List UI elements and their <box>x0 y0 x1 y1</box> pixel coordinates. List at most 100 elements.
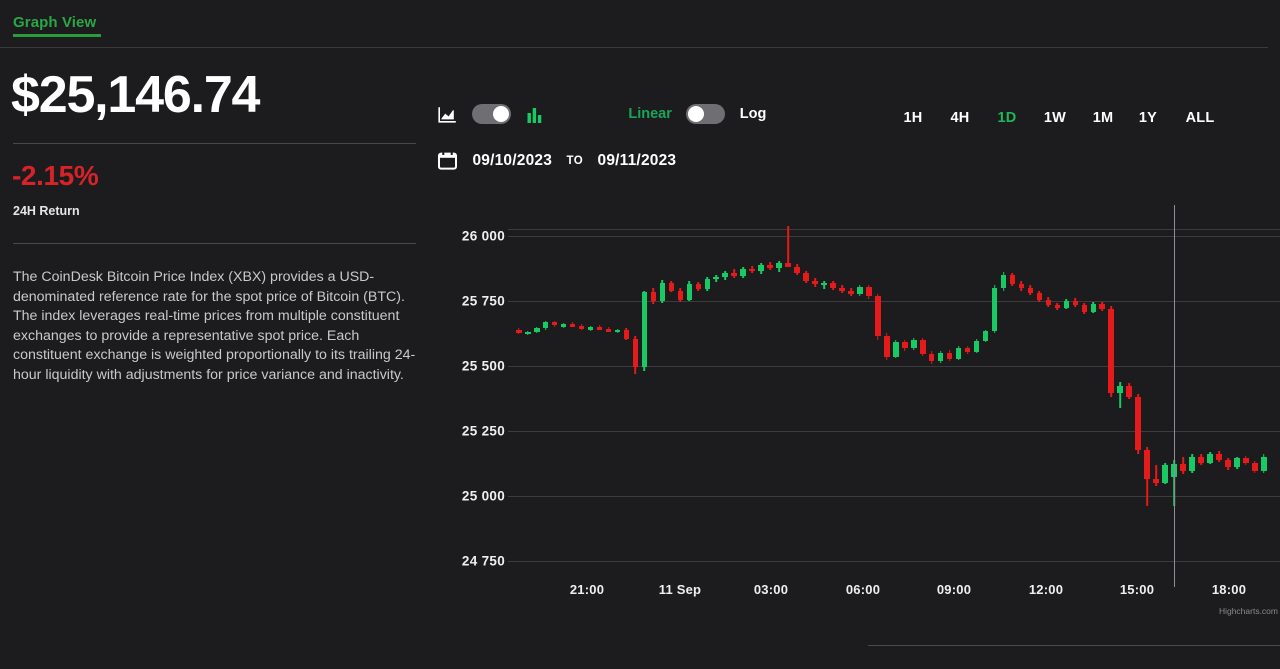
date-range-row[interactable]: 09/10/2023 TO 09/11/2023 <box>438 151 676 177</box>
range-button-1h[interactable]: 1H <box>896 108 930 128</box>
candlestick[interactable] <box>696 205 702 587</box>
candlestick[interactable] <box>749 205 755 587</box>
candlestick[interactable] <box>938 205 944 587</box>
candlestick[interactable] <box>911 205 917 587</box>
candlestick[interactable] <box>1180 205 1186 587</box>
range-button-1y[interactable]: 1Y <box>1131 108 1165 128</box>
candlestick[interactable] <box>660 205 666 587</box>
candlestick[interactable] <box>624 205 630 587</box>
calendar-icon[interactable] <box>438 151 457 170</box>
candlestick[interactable] <box>588 205 594 587</box>
candlestick[interactable] <box>722 205 728 587</box>
candlestick[interactable] <box>1028 205 1034 587</box>
candlestick[interactable] <box>776 205 782 587</box>
candlestick[interactable] <box>1073 205 1079 587</box>
candlestick[interactable] <box>740 205 746 587</box>
range-button-1w[interactable]: 1W <box>1037 108 1073 128</box>
candlestick[interactable] <box>1216 205 1222 587</box>
candlestick[interactable] <box>597 205 603 587</box>
candlestick[interactable] <box>1001 205 1007 587</box>
candlestick[interactable] <box>929 205 935 587</box>
candlestick[interactable] <box>848 205 854 587</box>
candlestick[interactable] <box>947 205 953 587</box>
candlestick[interactable] <box>920 205 926 587</box>
candlestick[interactable] <box>1162 205 1168 587</box>
range-button-1m[interactable]: 1M <box>1085 108 1121 128</box>
candlestick[interactable] <box>983 205 989 587</box>
candlestick[interactable] <box>570 205 576 587</box>
candlestick[interactable] <box>956 205 962 587</box>
tab-graph-view[interactable]: Graph View <box>13 14 96 31</box>
candlestick[interactable] <box>839 205 845 587</box>
candlestick[interactable] <box>1108 205 1114 587</box>
candlestick[interactable] <box>1135 205 1141 587</box>
candlestick[interactable] <box>1207 205 1213 587</box>
range-button-1d[interactable]: 1D <box>990 108 1024 128</box>
date-from-field[interactable]: 09/10/2023 <box>472 152 552 170</box>
candlestick[interactable] <box>1225 205 1231 587</box>
candlestick[interactable] <box>1261 205 1267 587</box>
candlestick[interactable] <box>974 205 980 587</box>
date-to-field[interactable]: 09/11/2023 <box>598 152 677 170</box>
highcharts-credit[interactable]: Highcharts.com <box>1219 606 1278 616</box>
candlestick[interactable] <box>543 205 549 587</box>
candlestick[interactable] <box>803 205 809 587</box>
candlestick[interactable] <box>1126 205 1132 587</box>
candlestick[interactable] <box>866 205 872 587</box>
candlestick[interactable] <box>812 205 818 587</box>
chart-type-toggle[interactable] <box>472 104 511 124</box>
plot-area[interactable] <box>508 205 1280 587</box>
candlestick[interactable] <box>1099 205 1105 587</box>
candlestick[interactable] <box>633 205 639 587</box>
candlestick[interactable] <box>794 205 800 587</box>
candlestick[interactable] <box>606 205 612 587</box>
candlestick[interactable] <box>687 205 693 587</box>
candlestick[interactable] <box>561 205 567 587</box>
range-button-all[interactable]: ALL <box>1178 108 1222 128</box>
candlestick[interactable] <box>1189 205 1195 587</box>
candlestick[interactable] <box>1019 205 1025 587</box>
scale-toggle[interactable] <box>686 104 725 124</box>
candlestick[interactable] <box>678 205 684 587</box>
scale-toggle-linear-label[interactable]: Linear <box>628 106 672 122</box>
candlestick[interactable] <box>534 205 540 587</box>
candlestick[interactable] <box>821 205 827 587</box>
candlestick[interactable] <box>1144 205 1150 587</box>
candlestick[interactable] <box>767 205 773 587</box>
candlestick[interactable] <box>713 205 719 587</box>
price-chart[interactable]: 26 00025 75025 50025 25025 00024 750 Hig… <box>430 205 1280 615</box>
candlestick[interactable] <box>651 205 657 587</box>
candlestick[interactable] <box>1117 205 1123 587</box>
candlestick[interactable] <box>1234 205 1240 587</box>
candlestick[interactable] <box>857 205 863 587</box>
candlestick[interactable] <box>615 205 621 587</box>
candlestick[interactable] <box>902 205 908 587</box>
candlestick[interactable] <box>525 205 531 587</box>
candlestick[interactable] <box>1046 205 1052 587</box>
candlestick[interactable] <box>785 205 791 587</box>
candlestick[interactable] <box>705 205 711 587</box>
candlestick[interactable] <box>552 205 558 587</box>
candlestick[interactable] <box>1010 205 1016 587</box>
candlestick[interactable] <box>1243 205 1249 587</box>
candlestick[interactable] <box>579 205 585 587</box>
range-button-4h[interactable]: 4H <box>943 108 977 128</box>
candlestick[interactable] <box>965 205 971 587</box>
candlestick[interactable] <box>731 205 737 587</box>
candlestick[interactable] <box>758 205 764 587</box>
scale-toggle-log-label[interactable]: Log <box>740 106 767 122</box>
candlestick[interactable] <box>1091 205 1097 587</box>
candlestick[interactable] <box>516 205 522 587</box>
candlestick[interactable] <box>642 205 648 587</box>
candlestick[interactable] <box>830 205 836 587</box>
candlestick[interactable] <box>1064 205 1070 587</box>
candlestick[interactable] <box>992 205 998 587</box>
candlestick[interactable] <box>1037 205 1043 587</box>
candlestick[interactable] <box>1252 205 1258 587</box>
candlestick[interactable] <box>1198 205 1204 587</box>
candlestick[interactable] <box>1082 205 1088 587</box>
candlestick[interactable] <box>884 205 890 587</box>
candlestick[interactable] <box>875 205 881 587</box>
candlestick[interactable] <box>893 205 899 587</box>
candlestick[interactable] <box>669 205 675 587</box>
